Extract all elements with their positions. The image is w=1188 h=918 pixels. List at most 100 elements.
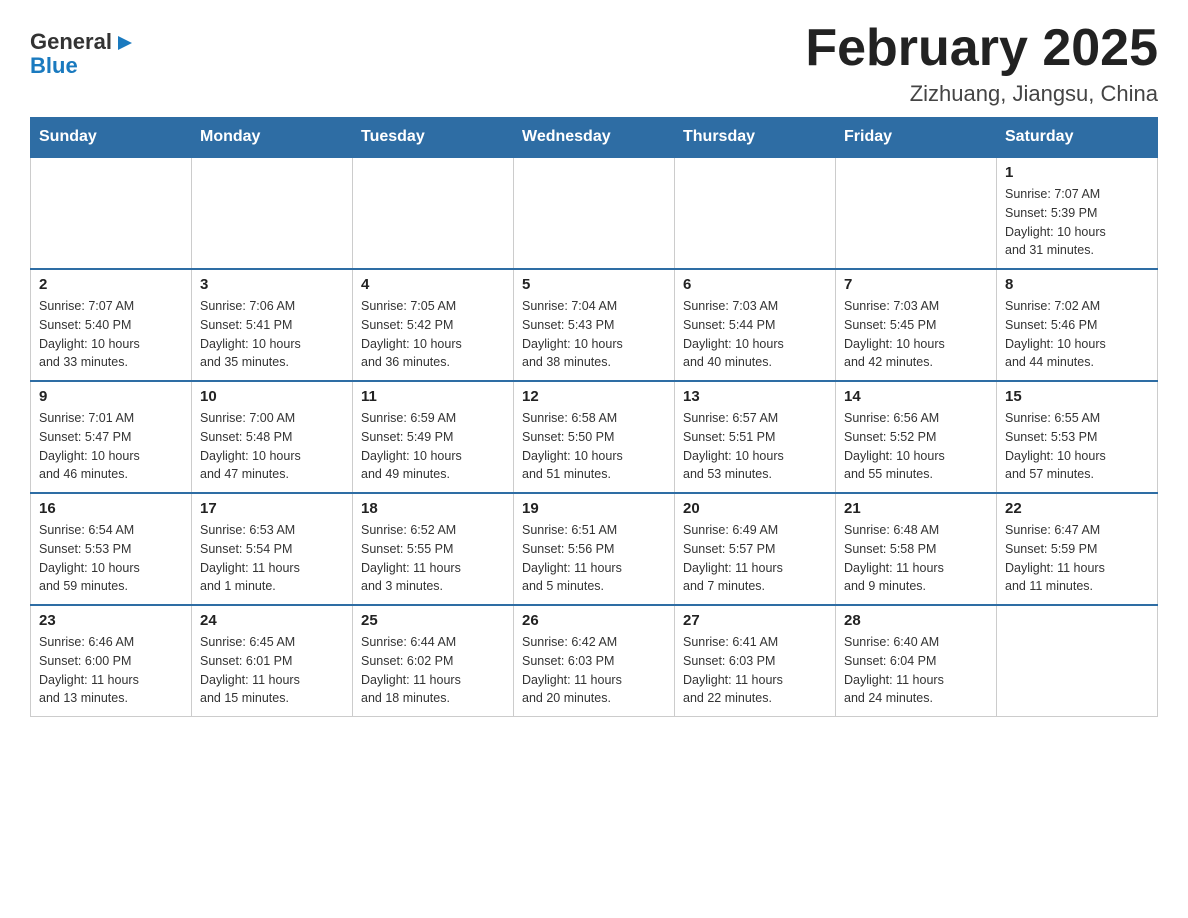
calendar-day-cell: 26 Sunrise: 6:42 AM Sunset: 6:03 PM Dayli… — [514, 605, 675, 717]
calendar-day-cell: 8Sunrise: 7:02 AM Sunset: 5:46 PM Daylig… — [997, 269, 1158, 381]
day-info: Sunrise: 6:45 AM Sunset: 6:01 PM Dayligh… — [200, 633, 344, 708]
day-info: Sunrise: 6:42 AM Sunset: 6:03 PM Dayligh… — [522, 633, 666, 708]
calendar-day-cell: 13Sunrise: 6:57 AM Sunset: 5:51 PM Dayli… — [675, 381, 836, 493]
day-info: Sunrise: 6:53 AM Sunset: 5:54 PM Dayligh… — [200, 521, 344, 596]
day-number: 16 — [39, 500, 183, 517]
day-number: 7 — [844, 276, 988, 293]
calendar-day-cell: 15 Sunrise: 6:55 AM Sunset: 5:53 PM Dayli… — [997, 381, 1158, 493]
day-number: 12 — [522, 388, 666, 405]
day-number: 14 — [844, 388, 988, 405]
calendar-week-row: 1 Sunrise: 7:07 AM Sunset: 5:39 PM Daylig… — [31, 157, 1158, 269]
day-number: 22 — [1005, 500, 1149, 517]
calendar-week-row: 2 Sunrise: 7:07 AM Sunset: 5:40 PM Daylig… — [31, 269, 1158, 381]
day-info: Sunrise: 6:44 AM Sunset: 6:02 PM Dayligh… — [361, 633, 505, 708]
day-info: Sunrise: 7:06 AM Sunset: 5:41 PM Dayligh… — [200, 297, 344, 372]
day-number: 18 — [361, 500, 505, 517]
calendar-day-cell: 17 Sunrise: 6:53 AM Sunset: 5:54 PM Dayli… — [192, 493, 353, 605]
calendar-day-cell: 7 Sunrise: 7:03 AM Sunset: 5:45 PM Daylig… — [836, 269, 997, 381]
day-of-week-header: Monday — [192, 118, 353, 158]
day-info: Sunrise: 6:52 AM Sunset: 5:55 PM Dayligh… — [361, 521, 505, 596]
day-number: 1 — [1005, 164, 1149, 181]
calendar-day-cell: 21 Sunrise: 6:48 AM Sunset: 5:58 PM Dayli… — [836, 493, 997, 605]
calendar-day-cell: 3 Sunrise: 7:06 AM Sunset: 5:41 PM Daylig… — [192, 269, 353, 381]
day-number: 4 — [361, 276, 505, 293]
calendar-day-cell: 22 Sunrise: 6:47 AM Sunset: 5:59 PM Dayli… — [997, 493, 1158, 605]
calendar-day-cell: 14 Sunrise: 6:56 AM Sunset: 5:52 PM Dayli… — [836, 381, 997, 493]
day-info: Sunrise: 6:54 AM Sunset: 5:53 PM Dayligh… — [39, 521, 183, 596]
calendar-week-row: 9 Sunrise: 7:01 AM Sunset: 5:47 PM Daylig… — [31, 381, 1158, 493]
calendar-day-cell: 6 Sunrise: 7:03 AM Sunset: 5:44 PM Daylig… — [675, 269, 836, 381]
logo-arrow-icon — [114, 32, 136, 54]
calendar-day-cell: 25 Sunrise: 6:44 AM Sunset: 6:02 PM Dayli… — [353, 605, 514, 717]
calendar-week-row: 23 Sunrise: 6:46 AM Sunset: 6:00 PM Dayli… — [31, 605, 1158, 717]
day-number: 25 — [361, 612, 505, 629]
day-of-week-header: Sunday — [31, 118, 192, 158]
logo-blue-text: Blue — [30, 53, 78, 78]
day-info: Sunrise: 6:41 AM Sunset: 6:03 PM Dayligh… — [683, 633, 827, 708]
day-info: Sunrise: 6:56 AM Sunset: 5:52 PM Dayligh… — [844, 409, 988, 484]
page-header: General Blue February 2025 Zizhuang, Jia… — [30, 20, 1158, 107]
calendar-subtitle: Zizhuang, Jiangsu, China — [805, 81, 1158, 107]
day-of-week-header: Saturday — [997, 118, 1158, 158]
calendar-day-cell: 9 Sunrise: 7:01 AM Sunset: 5:47 PM Daylig… — [31, 381, 192, 493]
day-info: Sunrise: 7:00 AM Sunset: 5:48 PM Dayligh… — [200, 409, 344, 484]
calendar-day-cell: 16 Sunrise: 6:54 AM Sunset: 5:53 PM Dayli… — [31, 493, 192, 605]
day-info: Sunrise: 7:03 AM Sunset: 5:44 PM Dayligh… — [683, 297, 827, 372]
calendar-table: SundayMondayTuesdayWednesdayThursdayFrid… — [30, 117, 1158, 717]
day-of-week-header: Friday — [836, 118, 997, 158]
day-number: 11 — [361, 388, 505, 405]
calendar-day-cell: 23 Sunrise: 6:46 AM Sunset: 6:00 PM Dayli… — [31, 605, 192, 717]
day-info: Sunrise: 7:07 AM Sunset: 5:39 PM Dayligh… — [1005, 185, 1149, 260]
day-info: Sunrise: 7:07 AM Sunset: 5:40 PM Dayligh… — [39, 297, 183, 372]
day-number: 8 — [1005, 276, 1149, 293]
calendar-day-cell — [31, 157, 192, 269]
day-info: Sunrise: 6:48 AM Sunset: 5:58 PM Dayligh… — [844, 521, 988, 596]
calendar-day-cell — [514, 157, 675, 269]
day-info: Sunrise: 6:58 AM Sunset: 5:50 PM Dayligh… — [522, 409, 666, 484]
calendar-day-cell: 18 Sunrise: 6:52 AM Sunset: 5:55 PM Dayli… — [353, 493, 514, 605]
calendar-day-cell: 10 Sunrise: 7:00 AM Sunset: 5:48 PM Dayli… — [192, 381, 353, 493]
day-number: 23 — [39, 612, 183, 629]
day-number: 10 — [200, 388, 344, 405]
day-number: 9 — [39, 388, 183, 405]
logo-general-text: General — [30, 30, 112, 54]
calendar-day-cell — [836, 157, 997, 269]
calendar-day-cell: 19 Sunrise: 6:51 AM Sunset: 5:56 PM Dayli… — [514, 493, 675, 605]
calendar-day-cell: 4 Sunrise: 7:05 AM Sunset: 5:42 PM Daylig… — [353, 269, 514, 381]
day-number: 24 — [200, 612, 344, 629]
calendar-day-cell: 24 Sunrise: 6:45 AM Sunset: 6:01 PM Dayli… — [192, 605, 353, 717]
title-block: February 2025 Zizhuang, Jiangsu, China — [805, 20, 1158, 107]
day-number: 28 — [844, 612, 988, 629]
calendar-day-cell — [353, 157, 514, 269]
day-info: Sunrise: 7:05 AM Sunset: 5:42 PM Dayligh… — [361, 297, 505, 372]
calendar-day-cell: 11 Sunrise: 6:59 AM Sunset: 5:49 PM Dayli… — [353, 381, 514, 493]
day-number: 26 — [522, 612, 666, 629]
day-number: 20 — [683, 500, 827, 517]
day-info: Sunrise: 7:01 AM Sunset: 5:47 PM Dayligh… — [39, 409, 183, 484]
day-info: Sunrise: 6:55 AM Sunset: 5:53 PM Dayligh… — [1005, 409, 1149, 484]
day-number: 15 — [1005, 388, 1149, 405]
calendar-day-cell — [192, 157, 353, 269]
day-info: Sunrise: 6:51 AM Sunset: 5:56 PM Dayligh… — [522, 521, 666, 596]
day-info: Sunrise: 6:47 AM Sunset: 5:59 PM Dayligh… — [1005, 521, 1149, 596]
day-info: Sunrise: 7:03 AM Sunset: 5:45 PM Dayligh… — [844, 297, 988, 372]
calendar-header-row: SundayMondayTuesdayWednesdayThursdayFrid… — [31, 118, 1158, 158]
calendar-day-cell: 5Sunrise: 7:04 AM Sunset: 5:43 PM Daylig… — [514, 269, 675, 381]
day-info: Sunrise: 6:46 AM Sunset: 6:00 PM Dayligh… — [39, 633, 183, 708]
day-number: 17 — [200, 500, 344, 517]
calendar-week-row: 16 Sunrise: 6:54 AM Sunset: 5:53 PM Dayli… — [31, 493, 1158, 605]
day-number: 2 — [39, 276, 183, 293]
day-of-week-header: Thursday — [675, 118, 836, 158]
calendar-day-cell — [997, 605, 1158, 717]
calendar-day-cell: 2 Sunrise: 7:07 AM Sunset: 5:40 PM Daylig… — [31, 269, 192, 381]
day-info: Sunrise: 6:59 AM Sunset: 5:49 PM Dayligh… — [361, 409, 505, 484]
day-number: 3 — [200, 276, 344, 293]
day-number: 21 — [844, 500, 988, 517]
calendar-day-cell: 20Sunrise: 6:49 AM Sunset: 5:57 PM Dayli… — [675, 493, 836, 605]
day-number: 19 — [522, 500, 666, 517]
calendar-day-cell: 12 Sunrise: 6:58 AM Sunset: 5:50 PM Dayli… — [514, 381, 675, 493]
day-number: 6 — [683, 276, 827, 293]
day-info: Sunrise: 6:40 AM Sunset: 6:04 PM Dayligh… — [844, 633, 988, 708]
day-of-week-header: Wednesday — [514, 118, 675, 158]
calendar-day-cell: 27Sunrise: 6:41 AM Sunset: 6:03 PM Dayli… — [675, 605, 836, 717]
